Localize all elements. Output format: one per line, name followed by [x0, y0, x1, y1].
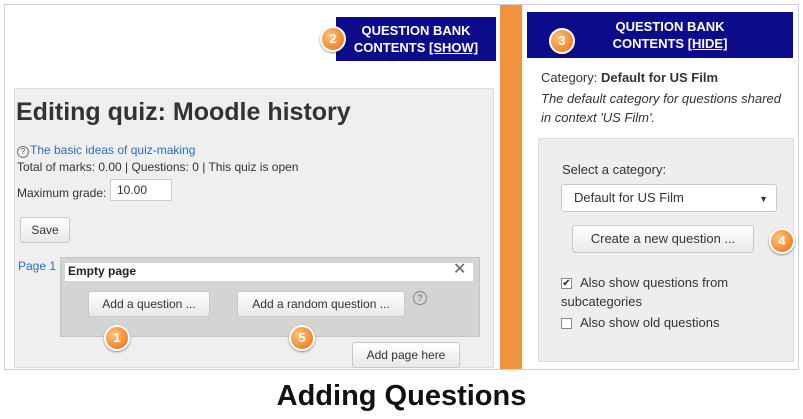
show-subcategories-label: Also show questions from	[580, 273, 728, 292]
callout-badge-1: 1	[104, 325, 130, 351]
page-title: Editing quiz: Moodle history	[16, 98, 351, 126]
close-icon[interactable]: ✕	[453, 260, 466, 280]
help-link-text[interactable]: The basic ideas of quiz-making	[30, 143, 195, 157]
empty-page-text: Empty page	[68, 264, 137, 278]
show-subcategories-checkbox[interactable]: ✔	[561, 278, 572, 289]
help-link[interactable]: ? The basic ideas of quiz-making	[17, 143, 195, 158]
show-subcategories-line1: Also show questions from	[580, 275, 729, 290]
add-question-button[interactable]: Add a question ...	[88, 291, 210, 317]
help-icon[interactable]: ?	[413, 291, 427, 305]
category-description: The default category for questions share…	[541, 91, 781, 125]
show-old-label: Also show old questions	[580, 315, 720, 330]
category-select-value: Default for US Film	[574, 190, 684, 205]
show-subcategories-line2: subcategories	[561, 294, 642, 309]
callout-badge-5: 5	[289, 325, 315, 351]
add-random-question-button[interactable]: Add a random question ...	[237, 291, 405, 317]
show-subcategories-label-line2: subcategories	[561, 292, 642, 311]
select-category-label: Select a category:	[562, 162, 667, 177]
dropdown-arrow-icon: ▼	[759, 194, 768, 204]
hide-link[interactable]: [HIDE]	[688, 36, 728, 51]
header-line1: QUESTION BANK	[361, 23, 471, 38]
add-page-button[interactable]: Add page here	[352, 342, 460, 368]
save-button[interactable]: Save	[20, 217, 70, 243]
quiz-totals: Total of marks: 0.00 | Questions: 0 | Th…	[17, 160, 299, 174]
callout-badge-2: 2	[320, 26, 346, 52]
question-bank-header-show[interactable]: QUESTION BANK CONTENTS [SHOW]	[336, 17, 496, 61]
category-label: Category:	[541, 70, 598, 85]
show-link[interactable]: [SHOW]	[429, 40, 478, 55]
category-line: Category: Default for US Film	[541, 70, 718, 85]
header-line2: CONTENTS [SHOW]	[353, 40, 479, 55]
callout-badge-3: 3	[549, 28, 575, 54]
page-label[interactable]: Page 1	[18, 259, 56, 273]
callout-badge-4: 4	[769, 228, 795, 254]
create-question-button[interactable]: Create a new question ...	[572, 225, 754, 253]
panel-divider	[500, 5, 522, 369]
show-old-checkbox[interactable]	[561, 318, 572, 329]
max-grade-input[interactable]	[110, 179, 172, 201]
caption-title: Adding Questions	[276, 380, 527, 412]
category-select[interactable]: Default for US Film ▼	[561, 184, 777, 212]
header-line2: CONTENTS [HIDE]	[612, 36, 728, 51]
category-name: Default for US Film	[601, 70, 719, 85]
help-icon: ?	[17, 146, 29, 158]
header-line1: QUESTION BANK	[615, 19, 725, 34]
max-grade-label: Maximum grade:	[17, 186, 107, 200]
